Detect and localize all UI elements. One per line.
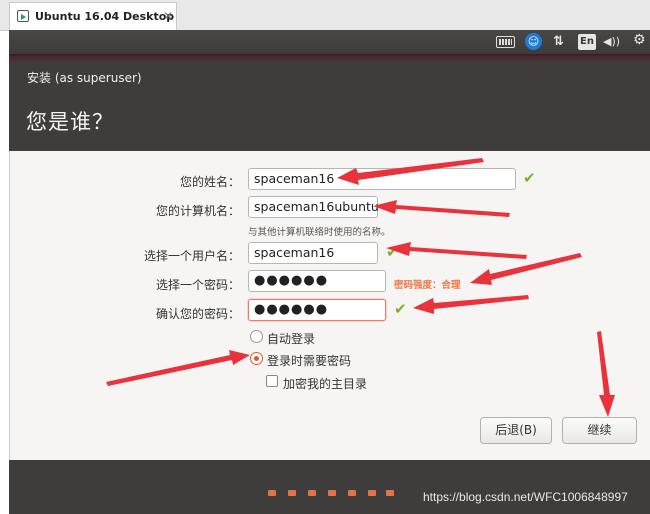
computer-name-label: 您的计算机名：	[155, 204, 240, 218]
progress-dot	[348, 490, 356, 496]
installer-footer	[9, 460, 650, 514]
name-label: 您的姓名：	[179, 175, 240, 189]
encrypt-home-checkbox[interactable]	[266, 375, 278, 387]
watermark: https://blog.csdn.net/WFC1006848997	[423, 490, 628, 504]
username-input[interactable]: spaceman16	[248, 242, 378, 264]
confirm-password-label: 确认您的密码：	[155, 307, 240, 321]
window-subtitle: 安装 (as superuser)	[27, 71, 142, 85]
require-password-label[interactable]: 登录时需要密码	[267, 352, 351, 369]
username-label: 选择一个用户名：	[143, 249, 240, 263]
progress-dot	[368, 490, 376, 496]
progress-dot	[288, 490, 296, 496]
require-password-radio[interactable]	[250, 352, 263, 365]
confirm-password-input[interactable]: ●●●●●●	[248, 299, 386, 321]
encrypt-home-label[interactable]: 加密我的主目录	[283, 375, 367, 392]
progress-dot	[308, 490, 316, 496]
progress-dot	[328, 490, 336, 496]
computer-name-input[interactable]: spaceman16ubuntu	[248, 196, 379, 218]
username-valid-icon: ✔	[386, 243, 399, 261]
password-label: 选择一个密码：	[155, 278, 240, 292]
tab-title: Ubuntu 16.04 Desktop	[35, 10, 175, 23]
auto-login-radio[interactable]	[250, 330, 263, 343]
close-icon[interactable]: ✕	[163, 9, 173, 23]
volume-icon[interactable]: ◀))	[603, 33, 620, 51]
keyboard-icon[interactable]	[496, 36, 515, 48]
browser-tab[interactable]: Ubuntu 16.04 Desktop ✕	[9, 2, 177, 31]
name-valid-icon: ✔	[523, 169, 536, 187]
password-input[interactable]: ●●●●●●	[248, 270, 386, 292]
computer-name-valid-icon: ✔	[386, 197, 399, 215]
confirm-password-valid-icon: ✔	[394, 300, 407, 318]
vm-icon	[17, 10, 29, 22]
computer-name-hint: 与其他计算机联络时使用的名称。	[248, 227, 391, 238]
continue-button[interactable]: 继续	[562, 417, 637, 444]
gear-icon[interactable]: ⚙	[633, 31, 646, 49]
language-indicator[interactable]: En	[578, 34, 596, 50]
password-strength: 密码强度：合理	[394, 280, 461, 291]
page-title: 您是谁？	[26, 110, 114, 134]
name-input[interactable]: spaceman16	[248, 168, 516, 190]
back-button[interactable]: 后退(B)	[480, 417, 552, 444]
accessibility-icon[interactable]: ☺	[525, 33, 542, 50]
progress-dot	[386, 490, 394, 496]
network-icon[interactable]: ⇅	[553, 33, 564, 51]
progress-dot	[268, 490, 276, 496]
auto-login-label[interactable]: 自动登录	[267, 330, 315, 347]
